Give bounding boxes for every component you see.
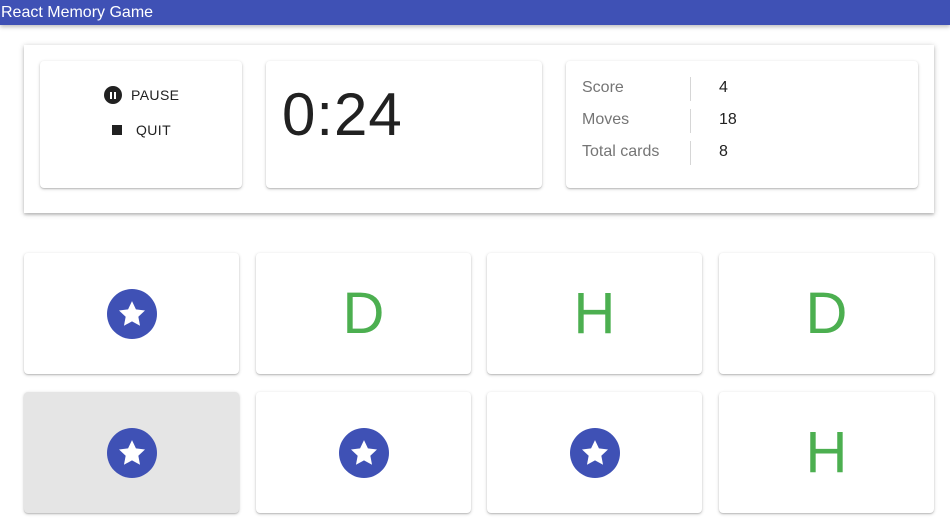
memory-card[interactable]: H bbox=[719, 392, 934, 513]
stats-card: Score 4 Moves 18 Total cards 8 bbox=[566, 61, 918, 188]
stat-label: Moves bbox=[582, 111, 630, 128]
game-panel: PAUSE QUIT 0:24 Score 4 Moves 18 Total c… bbox=[24, 45, 934, 213]
star-icon bbox=[106, 288, 157, 339]
memory-card[interactable] bbox=[24, 253, 239, 374]
star-icon bbox=[106, 427, 157, 478]
stat-label: Total cards bbox=[582, 143, 660, 160]
memory-card[interactable] bbox=[487, 392, 702, 513]
timer-card: 0:24 bbox=[266, 61, 542, 188]
star-icon bbox=[338, 427, 389, 478]
card-letter: H bbox=[573, 280, 616, 346]
timer-display: 0:24 bbox=[282, 81, 403, 148]
star-icon bbox=[569, 427, 620, 478]
stat-divider bbox=[690, 109, 691, 133]
memory-card[interactable]: D bbox=[256, 253, 471, 374]
card-letter: H bbox=[805, 419, 848, 485]
pause-label: PAUSE bbox=[131, 87, 180, 103]
app-bar: React Memory Game bbox=[0, 0, 950, 25]
quit-button[interactable]: QUIT bbox=[112, 122, 171, 138]
stat-value: 4 bbox=[719, 79, 728, 96]
stop-icon bbox=[112, 125, 122, 135]
pause-circle-icon bbox=[104, 86, 122, 104]
pause-button[interactable]: PAUSE bbox=[104, 86, 179, 104]
stat-divider bbox=[690, 141, 691, 165]
stat-divider bbox=[690, 77, 691, 101]
memory-card[interactable]: H bbox=[487, 253, 702, 374]
stat-value: 18 bbox=[719, 111, 737, 128]
controls-card: PAUSE QUIT bbox=[40, 61, 242, 188]
stat-row-moves: Moves 18 bbox=[582, 109, 902, 133]
card-letter: D bbox=[342, 280, 385, 346]
stat-row-score: Score 4 bbox=[582, 77, 902, 101]
stat-label: Score bbox=[582, 79, 624, 96]
quit-label: QUIT bbox=[136, 122, 172, 138]
memory-card[interactable]: D bbox=[719, 253, 934, 374]
stat-value: 8 bbox=[719, 143, 728, 160]
card-letter: D bbox=[805, 280, 848, 346]
memory-card[interactable] bbox=[256, 392, 471, 513]
memory-card[interactable] bbox=[24, 392, 239, 513]
stat-row-total-cards: Total cards 8 bbox=[582, 141, 902, 165]
app-title: React Memory Game bbox=[1, 4, 154, 21]
